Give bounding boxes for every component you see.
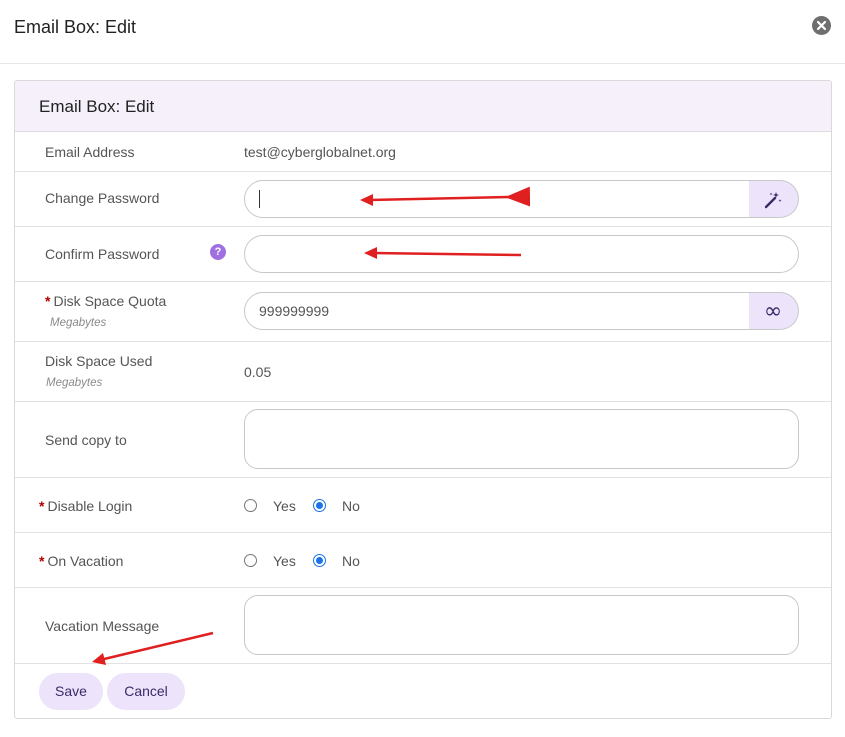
confirm-password-row: Confirm Password ? — [15, 227, 831, 282]
infinity-icon: ∞ — [763, 299, 783, 324]
change-password-input[interactable] — [244, 180, 750, 218]
edit-form-panel: Email Box: Edit Email Address test@cyber… — [14, 80, 832, 719]
change-password-row: Change Password — [15, 172, 831, 227]
required-marker: * — [39, 553, 45, 569]
email-address-value: test@cyberglobalnet.org — [244, 144, 396, 160]
disk-used-row: Disk Space Used Megabytes 0.05 — [15, 342, 831, 402]
unlimited-quota-button[interactable]: ∞ — [749, 292, 799, 330]
vacation-message-textarea[interactable] — [244, 595, 799, 655]
help-icon[interactable]: ? — [210, 244, 226, 260]
modal-title: Email Box: Edit — [14, 17, 137, 37]
disk-quota-input[interactable] — [244, 292, 750, 330]
close-icon[interactable] — [812, 16, 831, 35]
email-address-row: Email Address test@cyberglobalnet.org — [15, 132, 831, 172]
disk-quota-unit: Megabytes — [50, 317, 107, 329]
disable-login-label-text: Disable Login — [47, 498, 133, 514]
disable-login-no-label[interactable]: No — [342, 498, 360, 514]
required-marker: * — [45, 293, 51, 309]
disk-used-value: 0.05 — [244, 364, 272, 380]
confirm-password-input[interactable] — [244, 235, 799, 273]
save-button[interactable]: Save — [39, 673, 103, 710]
text-cursor — [259, 190, 260, 208]
disk-used-unit: Megabytes — [46, 377, 103, 389]
on-vacation-label-text: On Vacation — [47, 553, 124, 569]
change-password-label: Change Password — [45, 190, 160, 206]
panel-title: Email Box: Edit — [39, 97, 155, 116]
modal-header: Email Box: Edit — [0, 0, 845, 64]
disable-login-row: * Disable Login Yes No — [15, 478, 831, 533]
disk-quota-label-text: Disk Space Quota — [53, 293, 167, 309]
on-vacation-row: * On Vacation Yes No — [15, 533, 831, 588]
disable-login-no-radio[interactable] — [313, 499, 326, 512]
vacation-message-row: Vacation Message — [15, 588, 831, 664]
magic-wand-icon — [764, 192, 782, 209]
disable-login-label: * Disable Login — [39, 498, 132, 514]
cancel-button[interactable]: Cancel — [107, 673, 185, 710]
disk-quota-label: * Disk Space Quota — [45, 293, 166, 309]
on-vacation-yes-radio[interactable] — [244, 554, 257, 567]
on-vacation-label: * On Vacation — [39, 553, 123, 569]
disable-login-yes-label[interactable]: Yes — [273, 498, 296, 514]
send-copy-row: Send copy to — [15, 402, 831, 478]
panel-header: Email Box: Edit — [15, 81, 831, 132]
disable-login-yes-radio[interactable] — [244, 499, 257, 512]
disk-used-label: Disk Space Used — [45, 353, 153, 369]
email-address-label: Email Address — [45, 144, 135, 160]
vacation-message-label: Vacation Message — [45, 618, 160, 634]
generate-password-button[interactable] — [749, 180, 799, 218]
send-copy-textarea[interactable] — [244, 409, 799, 469]
on-vacation-no-radio[interactable] — [313, 554, 326, 567]
required-marker: * — [39, 498, 45, 514]
on-vacation-no-label[interactable]: No — [342, 553, 360, 569]
confirm-password-label: Confirm Password — [45, 246, 160, 262]
disk-quota-row: *Disk Space Quota Megabytes ∞ — [15, 282, 831, 342]
on-vacation-yes-label[interactable]: Yes — [273, 553, 296, 569]
send-copy-label: Send copy to — [45, 432, 127, 448]
